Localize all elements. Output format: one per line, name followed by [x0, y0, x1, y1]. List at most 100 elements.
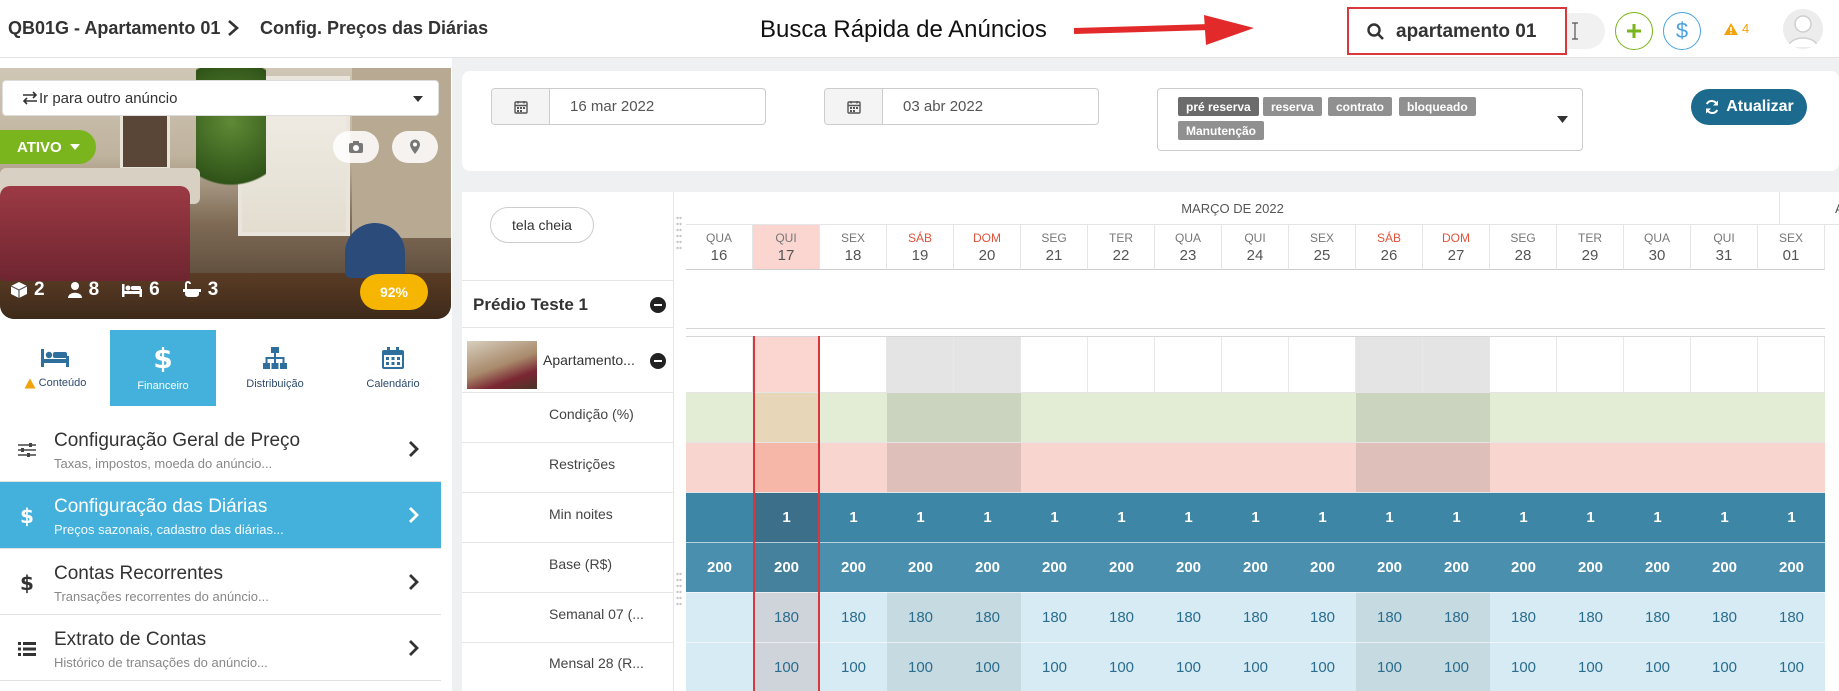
min-nights-cell[interactable]: 1	[1155, 492, 1222, 542]
restriction-cell[interactable]	[1758, 442, 1825, 492]
photos-button[interactable]	[333, 131, 379, 163]
weekly-price-cell[interactable]: 180	[753, 592, 820, 642]
monthly-price-cell[interactable]: 100	[954, 642, 1021, 691]
availability-cell[interactable]	[887, 336, 954, 392]
weekly-price-cell[interactable]: 180	[1624, 592, 1691, 642]
weekly-price-cell[interactable]: 180	[1423, 592, 1490, 642]
min-nights-cell[interactable]: 1	[1021, 492, 1088, 542]
weekly-price-cell[interactable]: 180	[820, 592, 887, 642]
restriction-cell[interactable]	[753, 442, 820, 492]
monthly-price-cell[interactable]: 100	[753, 642, 820, 691]
restriction-cell[interactable]	[1289, 442, 1356, 492]
refresh-button[interactable]: Atualizar	[1691, 89, 1807, 125]
base-price-cell[interactable]: 200	[1557, 542, 1624, 592]
unit-name[interactable]: Apartamento...	[543, 352, 635, 368]
monthly-price-cell[interactable]: 100	[1490, 642, 1557, 691]
restriction-cell[interactable]	[686, 442, 753, 492]
weekly-price-cell[interactable]: 180	[1088, 592, 1155, 642]
condition-cell[interactable]	[753, 392, 820, 442]
base-price-cell[interactable]: 200	[1490, 542, 1557, 592]
condition-cell[interactable]	[1557, 392, 1624, 442]
base-price-cell[interactable]: 200	[1356, 542, 1423, 592]
min-nights-cell[interactable]: 1	[1356, 492, 1423, 542]
min-nights-cell[interactable]: 1	[820, 492, 887, 542]
condition-cell[interactable]	[1155, 392, 1222, 442]
availability-cell[interactable]	[1758, 336, 1825, 392]
base-price-cell[interactable]: 200	[1423, 542, 1490, 592]
base-price-cell[interactable]: 200	[887, 542, 954, 592]
min-nights-cell[interactable]: 1	[753, 492, 820, 542]
restriction-cell[interactable]	[1356, 442, 1423, 492]
base-price-cell[interactable]: 200	[1691, 542, 1758, 592]
collapse-group-icon[interactable]	[650, 297, 666, 313]
condition-cell[interactable]	[686, 392, 753, 442]
availability-cell[interactable]	[1289, 336, 1356, 392]
availability-cell[interactable]	[753, 336, 820, 392]
min-nights-cell[interactable]: 1	[1557, 492, 1624, 542]
weekly-price-cell[interactable]: 180	[1557, 592, 1624, 642]
tag-reserva[interactable]: reserva	[1263, 97, 1322, 116]
base-price-cell[interactable]: 200	[820, 542, 887, 592]
min-nights-cell[interactable]: 1	[1624, 492, 1691, 542]
status-dropdown[interactable]: ATIVO	[0, 130, 96, 164]
availability-cell[interactable]	[1021, 336, 1088, 392]
monthly-price-cell[interactable]	[686, 642, 753, 691]
weekly-price-cell[interactable]: 180	[1490, 592, 1557, 642]
min-nights-cell[interactable]: 1	[1423, 492, 1490, 542]
availability-cell[interactable]	[1557, 336, 1624, 392]
base-price-cell[interactable]: 200	[1155, 542, 1222, 592]
menu-item-config-geral[interactable]: Configuração Geral de Preço Taxas, impos…	[0, 416, 441, 482]
location-button[interactable]	[392, 131, 438, 163]
monthly-price-cell[interactable]: 100	[1088, 642, 1155, 691]
condition-cell[interactable]	[954, 392, 1021, 442]
goto-listing-select[interactable]: Ir para outro anúncio	[2, 80, 439, 116]
base-price-cell[interactable]: 200	[1289, 542, 1356, 592]
min-nights-cell[interactable]: 1	[1222, 492, 1289, 542]
restriction-cell[interactable]	[954, 442, 1021, 492]
condition-cell[interactable]	[1691, 392, 1758, 442]
restriction-cell[interactable]	[887, 442, 954, 492]
min-nights-cell[interactable]: 1	[954, 492, 1021, 542]
availability-cell[interactable]	[1423, 336, 1490, 392]
restriction-cell[interactable]	[1088, 442, 1155, 492]
condition-cell[interactable]	[887, 392, 954, 442]
availability-cell[interactable]	[1222, 336, 1289, 392]
base-price-cell[interactable]: 200	[1758, 542, 1825, 592]
availability-cell[interactable]	[1490, 336, 1557, 392]
condition-cell[interactable]	[820, 392, 887, 442]
min-nights-cell[interactable]: 1	[1691, 492, 1758, 542]
user-avatar[interactable]	[1783, 9, 1823, 49]
monthly-price-cell[interactable]: 100	[1423, 642, 1490, 691]
tag-manutencao[interactable]: Manutenção	[1178, 121, 1265, 140]
base-price-cell[interactable]: 200	[1222, 542, 1289, 592]
min-nights-cell[interactable]: 1	[887, 492, 954, 542]
menu-item-config-diarias[interactable]: $ Configuração das Diárias Preços sazona…	[0, 482, 441, 549]
monthly-price-cell[interactable]: 100	[1155, 642, 1222, 691]
restriction-cell[interactable]	[1490, 442, 1557, 492]
availability-cell[interactable]	[954, 336, 1021, 392]
restriction-cell[interactable]	[1222, 442, 1289, 492]
condition-cell[interactable]	[1021, 392, 1088, 442]
condition-cell[interactable]	[1088, 392, 1155, 442]
breadcrumb-listing[interactable]: QB01G - Apartamento 01	[8, 18, 220, 39]
availability-cell[interactable]	[820, 336, 887, 392]
availability-cell[interactable]	[1624, 336, 1691, 392]
weekly-price-cell[interactable]: 180	[1356, 592, 1423, 642]
weekly-price-cell[interactable]: 180	[1691, 592, 1758, 642]
base-price-cell[interactable]: 200	[753, 542, 820, 592]
monthly-price-cell[interactable]: 100	[887, 642, 954, 691]
condition-cell[interactable]	[1356, 392, 1423, 442]
tab-financeiro[interactable]: $ Financeiro	[110, 330, 216, 406]
weekly-price-cell[interactable]: 180	[1155, 592, 1222, 642]
restriction-cell[interactable]	[1691, 442, 1758, 492]
restriction-cell[interactable]	[1423, 442, 1490, 492]
condition-cell[interactable]	[1423, 392, 1490, 442]
tag-pre-reserva[interactable]: pré reserva	[1178, 97, 1259, 116]
condition-cell[interactable]	[1624, 392, 1691, 442]
restriction-cell[interactable]	[1021, 442, 1088, 492]
status-tags-select[interactable]: pré reserva reserva contrato bloqueado M…	[1157, 88, 1583, 151]
drag-handle-icon[interactable]	[676, 572, 682, 606]
finance-button[interactable]: $	[1663, 12, 1701, 50]
monthly-price-cell[interactable]: 100	[1289, 642, 1356, 691]
date-from-field[interactable]: 16 mar 2022	[491, 88, 766, 125]
